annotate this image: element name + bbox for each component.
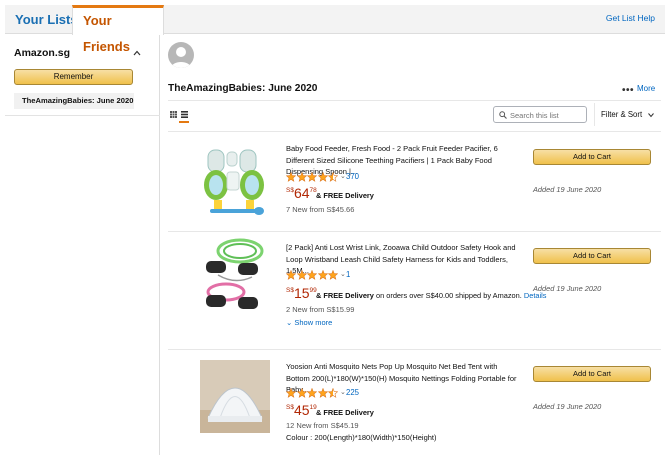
star-icon: [307, 388, 317, 398]
tab-your-friends[interactable]: Your Friends: [72, 5, 164, 54]
star-icon: [317, 270, 328, 280]
main-content: TheAmazingBabies: June 2020 ••• More Fil…: [160, 35, 665, 455]
add-to-cart-button[interactable]: Add to Cart: [533, 149, 651, 165]
star-rating[interactable]: [286, 270, 339, 280]
star-icon: [307, 270, 317, 280]
star-icon: [296, 388, 307, 398]
rating-count[interactable]: 370: [346, 172, 359, 181]
delivery-label: & FREE Delivery: [316, 291, 374, 300]
search-icon: [499, 111, 507, 119]
added-date: Added 19 June 2020: [533, 402, 602, 411]
star-icon: [286, 388, 296, 398]
add-to-cart-button[interactable]: Add to Cart: [533, 366, 651, 382]
price: S$1599: [286, 285, 317, 301]
star-icon: [328, 388, 338, 398]
chevron-down-icon[interactable]: ⌄: [340, 270, 346, 278]
chevron-down-icon[interactable]: [648, 112, 654, 118]
rating-count[interactable]: 1: [346, 270, 350, 279]
product-image[interactable]: [200, 360, 270, 433]
price-currency: S$: [286, 404, 294, 411]
chevron-down-icon[interactable]: ⌄: [340, 172, 346, 180]
more-dots-icon[interactable]: •••: [622, 85, 634, 96]
show-more-link[interactable]: ⌄ Show more: [286, 318, 332, 327]
rating-count[interactable]: 225: [346, 388, 359, 397]
chevron-down-icon[interactable]: ⌄: [340, 388, 346, 396]
star-icon: [328, 270, 338, 280]
star-icon: [296, 270, 307, 280]
price-whole: 45: [293, 402, 310, 418]
remember-button[interactable]: Remember: [14, 69, 133, 85]
product-image[interactable]: [200, 140, 270, 220]
delivery-conditions: on orders over S$40.00 shipped by Amazon…: [373, 291, 524, 300]
new-from-offers[interactable]: 12 New from S$45.19: [286, 421, 359, 430]
divider: [168, 349, 661, 350]
filter-sort-label[interactable]: Filter & Sort: [601, 110, 642, 119]
added-date: Added 19 June 2020: [533, 185, 602, 194]
grid-view-icon[interactable]: [170, 111, 177, 118]
price-currency: S$: [286, 287, 294, 294]
search-input[interactable]: [510, 109, 584, 121]
divider: [168, 100, 661, 101]
divider: [5, 115, 160, 116]
delivery-info: & FREE Delivery: [316, 191, 374, 200]
active-view-indicator: [179, 121, 189, 123]
list-title: TheAmazingBabies: June 2020: [168, 83, 318, 94]
star-icon: [317, 172, 328, 182]
star-icon: [286, 172, 296, 182]
price-whole: 64: [293, 185, 310, 201]
price-whole: 15: [293, 285, 310, 301]
price: S$4519: [286, 402, 317, 418]
divider: [168, 231, 661, 232]
sidebar-item-list[interactable]: TheAmazingBabies: June 2020: [14, 93, 134, 109]
price-currency: S$: [286, 187, 294, 194]
store-heading: Amazon.sg: [14, 47, 71, 59]
star-rating[interactable]: [286, 172, 339, 182]
star-icon: [286, 270, 296, 280]
get-list-help-link[interactable]: Get List Help: [606, 13, 655, 23]
price: S$6478: [286, 185, 317, 201]
star-icon: [296, 172, 307, 182]
delivery-info: & FREE Delivery on orders over S$40.00 s…: [316, 291, 546, 300]
colour-spec: Colour : 200(Length)*180(Width)*150(Heig…: [286, 433, 437, 442]
star-icon: [317, 388, 328, 398]
new-from-offers[interactable]: 2 New from S$15.99: [286, 305, 354, 314]
product-image[interactable]: [200, 237, 270, 317]
avatar-icon: [168, 42, 194, 68]
added-date: Added 19 June 2020: [533, 284, 602, 293]
divider: [594, 103, 595, 126]
delivery-info: & FREE Delivery: [316, 408, 374, 417]
add-to-cart-button[interactable]: Add to Cart: [533, 248, 651, 264]
divider: [168, 131, 661, 132]
tab-bar: Your Lists Your Friends Get List Help: [5, 5, 665, 54]
star-rating[interactable]: [286, 388, 339, 398]
list-view-icon[interactable]: [181, 111, 188, 118]
show-more-label: Show more: [294, 318, 333, 327]
sidebar: Amazon.sg Remember TheAmazingBabies: Jun…: [5, 35, 160, 455]
star-icon: [307, 172, 317, 182]
more-link[interactable]: More: [637, 84, 655, 93]
chevron-up-icon[interactable]: [133, 49, 141, 57]
new-from-offers[interactable]: 7 New from S$45.66: [286, 205, 354, 214]
star-icon: [328, 172, 338, 182]
search-box: [493, 106, 587, 123]
